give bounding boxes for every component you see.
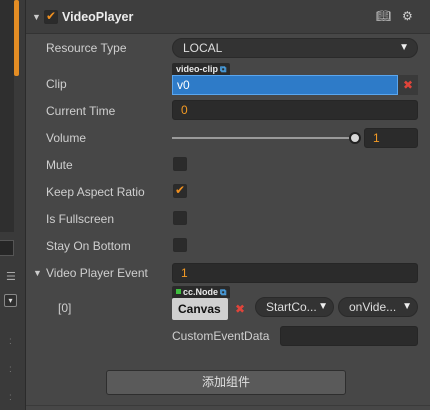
add-component-button[interactable]: 添加组件: [106, 370, 346, 395]
event-handler-select[interactable]: onVide... ▼: [338, 297, 418, 317]
video-player-event-label: Video Player Event: [46, 266, 148, 280]
node-indicator-icon: [176, 289, 181, 294]
divider-dots: :: [9, 336, 12, 347]
current-time-input[interactable]: 0: [172, 100, 418, 120]
component-title: VideoPlayer: [62, 10, 134, 24]
component-header: ▼ VideoPlayer 📖︎ ⚙: [26, 0, 430, 34]
target-node-field[interactable]: Canvas: [172, 298, 228, 320]
custom-event-data-input[interactable]: [280, 326, 418, 346]
stay-on-bottom-checkbox[interactable]: [173, 238, 187, 252]
stay-on-bottom-label: Stay On Bottom: [46, 239, 131, 253]
target-node-clear-button[interactable]: ✖: [230, 299, 250, 319]
clip-value: v0: [177, 78, 190, 92]
volume-label: Volume: [46, 131, 87, 145]
chevron-down-icon: ▼: [402, 301, 412, 312]
volume-slider-track[interactable]: [172, 137, 358, 139]
resource-type-select[interactable]: LOCAL ▼: [172, 38, 418, 58]
mute-label: Mute: [46, 158, 73, 172]
event-index-label: [0]: [58, 301, 72, 315]
left-panel-edge: ☰ ▾ : : :: [0, 0, 26, 410]
clip-clear-button[interactable]: ✖: [398, 75, 418, 95]
mute-checkbox[interactable]: [173, 157, 187, 171]
chevron-down-icon: ▼: [399, 42, 409, 53]
chevron-down-icon: ▼: [318, 301, 328, 312]
keep-aspect-ratio-checkbox[interactable]: [173, 183, 187, 198]
event-component-value: StartCo...: [266, 300, 317, 314]
book-icon[interactable]: 📖︎: [376, 9, 391, 23]
event-component-select[interactable]: StartCo... ▼: [255, 297, 334, 317]
external-link-icon[interactable]: ⧉: [220, 64, 226, 74]
component-enabled-checkbox[interactable]: [44, 9, 58, 24]
event-count-input[interactable]: 1: [172, 263, 418, 283]
clip-label: Clip: [46, 77, 67, 91]
node-type-tag: cc.Node ⧉: [172, 286, 231, 298]
is-fullscreen-checkbox[interactable]: [173, 211, 187, 225]
volume-input[interactable]: 1: [364, 128, 418, 148]
resource-type-value: LOCAL: [183, 41, 223, 55]
clip-type-tag: video-clip ⧉: [172, 63, 231, 75]
custom-event-data-label: CustomEventData: [172, 329, 270, 343]
gear-icon[interactable]: ⚙: [402, 9, 413, 23]
divider-dots: :: [9, 364, 12, 375]
volume-slider-thumb[interactable]: [349, 132, 361, 144]
dropdown-toggle-icon[interactable]: ▾: [4, 294, 17, 307]
left-scrollbar-thumb[interactable]: [14, 0, 19, 76]
divider-dots: :: [9, 392, 12, 403]
external-link-icon[interactable]: ⧉: [220, 287, 226, 297]
event-collapse-arrow-icon[interactable]: ▼: [33, 268, 42, 278]
resource-type-label: Resource Type: [46, 41, 127, 55]
keep-aspect-ratio-label: Keep Aspect Ratio: [46, 185, 145, 199]
is-fullscreen-label: Is Fullscreen: [46, 212, 115, 226]
bottom-divider: [26, 405, 430, 406]
current-time-label: Current Time: [46, 104, 116, 118]
left-panel-field[interactable]: [0, 240, 14, 256]
clip-type-tag-text: video-clip: [176, 64, 219, 74]
node-type-tag-text: cc.Node: [183, 287, 219, 297]
menu-icon[interactable]: ☰: [6, 270, 16, 283]
collapse-arrow-icon[interactable]: ▼: [32, 12, 41, 22]
clip-asset-field[interactable]: v0: [172, 75, 398, 95]
left-panel-dark-area: [0, 0, 14, 232]
event-handler-value: onVide...: [349, 300, 397, 314]
